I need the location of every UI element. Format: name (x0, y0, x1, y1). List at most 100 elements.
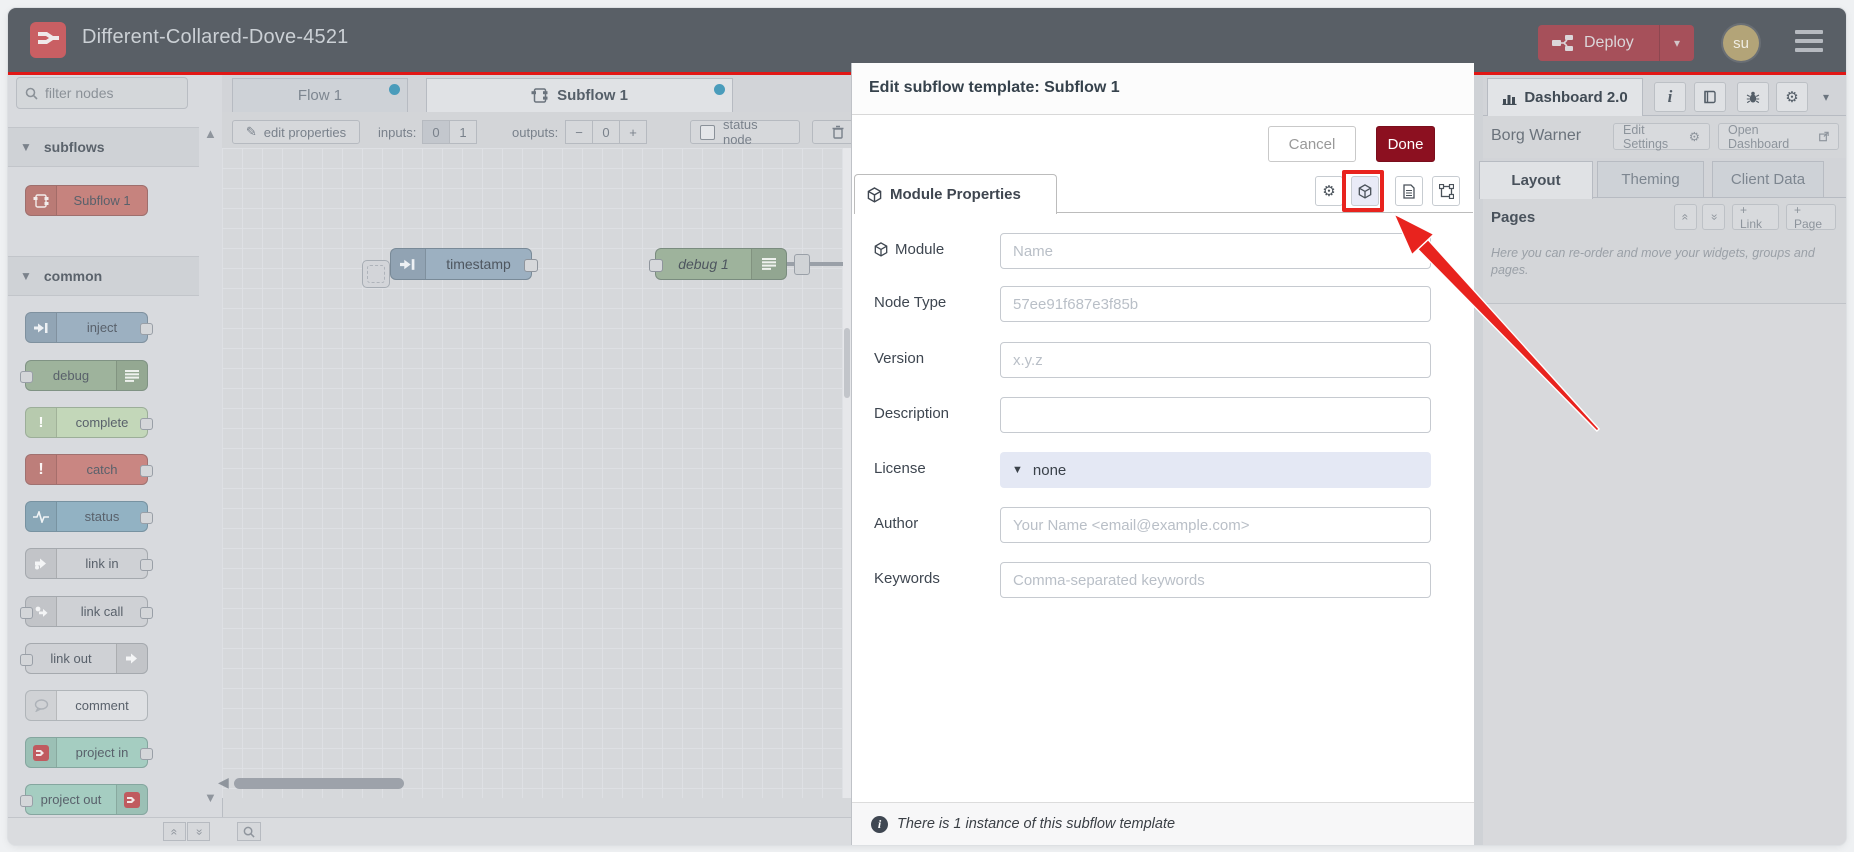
palette-node-complete[interactable]: ! complete (25, 407, 153, 438)
palette-search-input[interactable]: filter nodes (16, 77, 188, 109)
status-node-toggle[interactable]: status node (690, 117, 800, 147)
debug-toggle-button[interactable] (794, 254, 810, 275)
tab-layout[interactable]: Layout (1479, 161, 1593, 199)
inputs-option-1[interactable]: 1 (449, 120, 477, 144)
canvas-node-debug1[interactable]: debug 1 (649, 248, 787, 280)
sidebar-tab-debug[interactable] (1737, 82, 1769, 112)
sidebar-tab-dashboard[interactable]: Dashboard 2.0 (1487, 78, 1643, 116)
description-doc-button[interactable] (1395, 176, 1423, 206)
sidebar-tab-config[interactable]: ⚙ (1776, 82, 1808, 112)
link-in-icon (26, 549, 57, 578)
node-output-port (140, 418, 153, 430)
workspace-tab-bar: Flow 1 Subflow 1 (222, 75, 851, 113)
outputs-minus-button[interactable]: − (565, 120, 593, 144)
node-input-port[interactable] (649, 259, 663, 272)
zoom-search-button[interactable] (237, 822, 261, 841)
annotation-highlight-box (1342, 170, 1384, 212)
pages-header-row: Pages « « + Link + Page (1483, 198, 1846, 240)
collapse-down-button[interactable]: « (187, 822, 210, 841)
debug-icon (116, 361, 147, 390)
node-label: project out (40, 792, 102, 807)
cancel-button[interactable]: Cancel (1268, 126, 1356, 162)
node-red-window: Different-Collared-Dove-4521 Deploy ▾ su… (8, 8, 1846, 845)
palette-node-comment[interactable]: comment (25, 690, 148, 721)
author-label: Author (874, 515, 919, 532)
pages-title: Pages (1491, 209, 1536, 226)
done-button[interactable]: Done (1376, 126, 1435, 162)
node-label: complete (75, 415, 129, 430)
flow-canvas[interactable]: timestamp debug 1 (222, 148, 869, 798)
project-title: Different-Collared-Dove-4521 (82, 26, 349, 48)
palette-search-placeholder: filter nodes (45, 85, 114, 101)
tab-module-properties[interactable]: Module Properties (854, 174, 1057, 214)
sidebar-tab-help[interactable] (1694, 82, 1726, 112)
palette-node-debug[interactable]: debug (20, 360, 148, 391)
user-avatar[interactable]: su (1723, 25, 1759, 61)
palette-category-common[interactable]: ▼ common (8, 256, 199, 296)
node-input-port (20, 371, 33, 383)
palette-node-status[interactable]: status (25, 501, 153, 532)
palette-node-link-out[interactable]: link out (20, 643, 148, 674)
node-label: comment (75, 698, 129, 713)
palette-node-project-in[interactable]: project in (25, 737, 153, 768)
inject-button[interactable] (362, 260, 390, 288)
add-link-button[interactable]: + Link (1732, 203, 1779, 231)
palette-node-link-call[interactable]: link call (20, 596, 153, 627)
description-input[interactable] (1000, 397, 1431, 433)
module-input[interactable] (1000, 233, 1431, 269)
palette-node-subflow1[interactable]: Subflow 1 (25, 185, 148, 216)
move-up-button[interactable]: « (1674, 204, 1697, 230)
palette-node-inject[interactable]: inject (25, 312, 153, 343)
palette-node-project-out[interactable]: project out (20, 784, 148, 815)
node-type-input[interactable] (1000, 286, 1431, 322)
bar-chart-icon (1502, 94, 1517, 105)
inputs-option-0[interactable]: 0 (422, 120, 450, 144)
node-label: status (84, 509, 120, 524)
info-icon: i (871, 815, 888, 833)
tab-theming[interactable]: Theming (1597, 161, 1704, 198)
tab-client-data[interactable]: Client Data (1712, 161, 1824, 198)
checkbox-icon (700, 124, 715, 140)
canvas-node-timestamp[interactable]: timestamp (390, 248, 538, 280)
scroll-left-icon[interactable]: ◀ (218, 774, 229, 791)
deploy-button[interactable]: Deploy ▾ (1538, 25, 1694, 61)
dialog-title-bar: Edit subflow template: Subflow 1 (852, 63, 1474, 115)
outputs-plus-button[interactable]: + (619, 120, 647, 144)
workspace-footer: « « (8, 817, 851, 845)
move-down-button[interactable]: « (1702, 204, 1725, 230)
add-page-button[interactable]: + Page (1786, 203, 1836, 231)
bug-icon (1746, 91, 1760, 104)
edit-properties-button[interactable]: ✎ edit properties (232, 120, 360, 144)
node-output-port[interactable] (524, 259, 538, 272)
edit-settings-button[interactable]: Edit Settings ⚙ (1613, 123, 1710, 151)
version-input[interactable] (1000, 342, 1431, 378)
open-dashboard-button[interactable]: Open Dashboard (1718, 123, 1839, 151)
tab-label: Client Data (1730, 171, 1806, 188)
palette-node-link-in[interactable]: link in (25, 548, 153, 579)
collapse-up-button[interactable]: « (163, 822, 186, 841)
node-input-port (20, 654, 33, 666)
dialog-footer: i There is 1 instance of this subflow te… (852, 802, 1474, 845)
palette-category-subflows[interactable]: ▼ subflows (8, 127, 199, 167)
properties-gear-button[interactable]: ⚙ (1315, 176, 1343, 206)
main-menu-icon[interactable] (1795, 30, 1823, 52)
palette-scroll-down-icon[interactable]: ▼ (204, 791, 217, 804)
author-input[interactable] (1000, 507, 1431, 543)
chevron-down-icon: ▼ (20, 269, 32, 283)
project-out-icon (116, 785, 147, 814)
tab-label: Subflow 1 (557, 87, 628, 104)
sidebar-tab-info[interactable]: i (1654, 82, 1686, 112)
tab-subflow-1[interactable]: Subflow 1 (426, 78, 733, 112)
canvas-vertical-scrollbar[interactable] (843, 148, 851, 798)
search-icon (243, 826, 255, 838)
tab-flow-1[interactable]: Flow 1 (232, 78, 408, 112)
license-select[interactable]: ▼ none (1000, 452, 1431, 488)
palette-node-catch[interactable]: ! catch (25, 454, 153, 485)
keywords-input[interactable] (1000, 562, 1431, 598)
canvas-horizontal-scrollbar[interactable] (234, 778, 404, 789)
sidebar-more-caret[interactable]: ▾ (1823, 90, 1829, 104)
deploy-options-caret[interactable]: ▾ (1659, 25, 1694, 61)
node-output-port (140, 512, 153, 524)
appearance-button[interactable] (1432, 176, 1460, 206)
palette-scroll-up-icon[interactable]: ▲ (204, 127, 217, 140)
